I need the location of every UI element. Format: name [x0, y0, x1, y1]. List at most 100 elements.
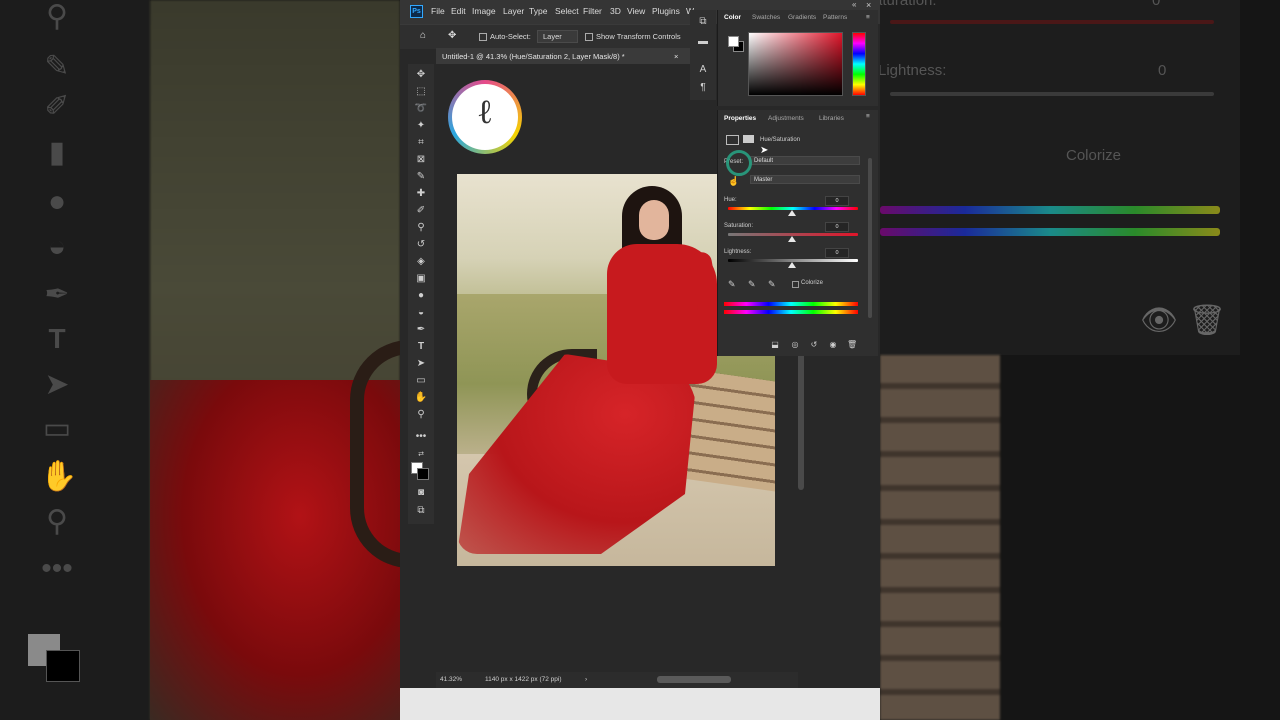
tab-gradients[interactable]: Gradients — [788, 14, 816, 21]
panel-menu-icon[interactable]: ≡ — [866, 14, 870, 21]
menu-view[interactable]: View — [627, 6, 645, 16]
panel-icon-strip: ⧉ ▬ A ¶ — [690, 10, 716, 100]
saturation-label: Saturation: — [724, 223, 754, 229]
blurred-rainbow-bottom — [880, 228, 1220, 236]
color-picker-field[interactable] — [748, 32, 843, 96]
hue-slider[interactable] — [852, 32, 866, 96]
eyedropper-icon[interactable]: ✎ — [728, 279, 736, 290]
tab-libraries[interactable]: Libraries — [819, 115, 844, 122]
auto-select-label: Auto-Select: — [490, 32, 531, 41]
properties-scrollbar[interactable] — [868, 158, 872, 318]
magic-wand-icon[interactable]: ✦ — [411, 119, 431, 133]
move-tool-icon[interactable]: ✥ — [448, 30, 456, 41]
eyedropper-icon[interactable]: ✎ — [411, 170, 431, 184]
character-panel-icon[interactable]: A — [697, 64, 709, 76]
document-tab[interactable]: Untitled-1 @ 41.3% (Hue/Saturation 2, La… — [436, 48, 706, 64]
menu-image[interactable]: Image — [472, 6, 496, 16]
menu-layer[interactable]: Layer — [503, 6, 524, 16]
quick-mask-icon[interactable]: ◙ — [411, 486, 431, 500]
hue-value[interactable]: 0 — [825, 196, 849, 206]
history-brush-icon: ✐ — [44, 90, 70, 123]
healing-brush-icon[interactable]: ✚ — [411, 187, 431, 201]
dodge-icon[interactable]: ◒ — [411, 306, 431, 320]
layer-mask-icon[interactable] — [743, 135, 754, 143]
blurred-background-right: aturation: 0 Lightness: 0 Colorize 👁 🗑 — [880, 0, 1280, 720]
mouse-cursor-icon: ➤ — [760, 145, 769, 156]
reset-icon[interactable]: ↺ — [809, 340, 819, 350]
targeted-adjustment-icon[interactable]: ☝ — [728, 176, 739, 187]
saturation-value[interactable]: 0 — [825, 222, 849, 232]
home-icon[interactable]: ⌂ — [420, 30, 426, 41]
menu-type[interactable]: Type — [529, 6, 547, 16]
lightness-slider-thumb[interactable] — [788, 262, 796, 268]
visibility-eye-icon[interactable]: ◉ — [828, 340, 838, 350]
blur-icon[interactable]: ● — [411, 289, 431, 303]
close-tab-icon[interactable]: × — [674, 52, 678, 61]
hand-icon[interactable]: ✋ — [411, 391, 431, 405]
auto-select-dropdown[interactable]: Layer — [537, 30, 578, 43]
tab-swatches[interactable]: Swatches — [752, 14, 780, 21]
view-previous-icon[interactable]: ◎ — [790, 340, 800, 350]
tab-color[interactable]: Color — [724, 14, 741, 21]
saturation-slider-thumb[interactable] — [788, 236, 796, 242]
clip-to-layer-icon[interactable]: ⬓ — [770, 340, 780, 350]
adjustment-layer-icon[interactable] — [726, 135, 739, 145]
tab-patterns[interactable]: Patterns — [823, 14, 847, 21]
zoom-icon[interactable]: ⚲ — [411, 408, 431, 422]
paragraph-panel-icon[interactable]: ¶ — [697, 82, 709, 94]
tab-adjustments[interactable]: Adjustments — [768, 115, 804, 122]
horizontal-scrollbar[interactable] — [657, 676, 731, 683]
pen-icon[interactable]: ✒ — [411, 323, 431, 337]
clone-stamp-icon[interactable]: ⚲ — [411, 221, 431, 235]
colorize-checkbox[interactable] — [792, 281, 799, 288]
screen-mode-icon[interactable]: ⧉ — [411, 504, 431, 518]
menu-edit[interactable]: Edit — [451, 6, 466, 16]
brush-icon[interactable]: ✐ — [411, 204, 431, 218]
zoom-icon: ⚲ — [46, 505, 68, 538]
collapse-panels-icon[interactable]: « — [852, 0, 856, 9]
lasso-icon[interactable]: ➰ — [411, 102, 431, 116]
background-color-swatch[interactable] — [417, 468, 429, 480]
dodge-icon: ◒ — [47, 230, 67, 263]
hue-slider-thumb[interactable] — [788, 210, 796, 216]
preset-dropdown[interactable]: Default — [750, 156, 860, 165]
tab-properties[interactable]: Properties — [724, 115, 756, 122]
comments-icon[interactable]: ▬ — [697, 36, 709, 48]
hand-icon: ✋ — [40, 460, 78, 493]
subtract-from-sample-icon[interactable]: ✎ — [768, 279, 776, 290]
close-panel-icon[interactable]: × — [866, 0, 871, 10]
menu-file[interactable]: File — [431, 6, 445, 16]
menu-select[interactable]: Select — [555, 6, 579, 16]
lightness-value[interactable]: 0 — [825, 248, 849, 258]
channel-dropdown[interactable]: Master — [750, 175, 860, 184]
eraser-icon: ▮ — [48, 136, 66, 169]
rectangle-tool-icon[interactable]: ▭ — [411, 374, 431, 388]
move-icon[interactable]: ✥ — [411, 68, 431, 82]
status-expand-icon[interactable]: › — [585, 676, 587, 683]
add-to-sample-icon[interactable]: ✎ — [748, 279, 756, 290]
menu-plugins[interactable]: Plugins — [652, 6, 680, 16]
marquee-icon[interactable]: ⬚ — [411, 85, 431, 99]
history-panel-icon[interactable]: ⧉ — [697, 16, 709, 28]
swap-colors-icon[interactable]: ⇄ — [411, 448, 431, 462]
brush-icon: ✎ — [44, 50, 70, 83]
type-icon[interactable]: T — [411, 340, 431, 354]
gradient-icon[interactable]: ▣ — [411, 272, 431, 286]
delete-icon[interactable]: 🗑 — [847, 340, 857, 350]
eraser-icon[interactable]: ◈ — [411, 255, 431, 269]
foreground-color-chip[interactable] — [728, 36, 739, 47]
blurred-lightness-label: Lightness: — [880, 62, 947, 79]
blurred-saturation-value: 0 — [1152, 0, 1161, 9]
vertical-scrollbar[interactable] — [798, 340, 804, 490]
crop-icon[interactable]: ⌗ — [411, 136, 431, 150]
transform-controls-checkbox[interactable] — [585, 33, 593, 41]
properties-menu-icon[interactable]: ≡ — [866, 113, 870, 120]
more-tools-icon[interactable]: ••• — [411, 430, 431, 444]
frame-icon[interactable]: ⊠ — [411, 153, 431, 167]
path-selection-icon[interactable]: ➤ — [411, 357, 431, 371]
auto-select-checkbox[interactable] — [479, 33, 487, 41]
menu-3d[interactable]: 3D — [610, 6, 621, 16]
zoom-level[interactable]: 41.32% — [440, 676, 462, 683]
history-brush-icon[interactable]: ↺ — [411, 238, 431, 252]
menu-filter[interactable]: Filter — [583, 6, 602, 16]
